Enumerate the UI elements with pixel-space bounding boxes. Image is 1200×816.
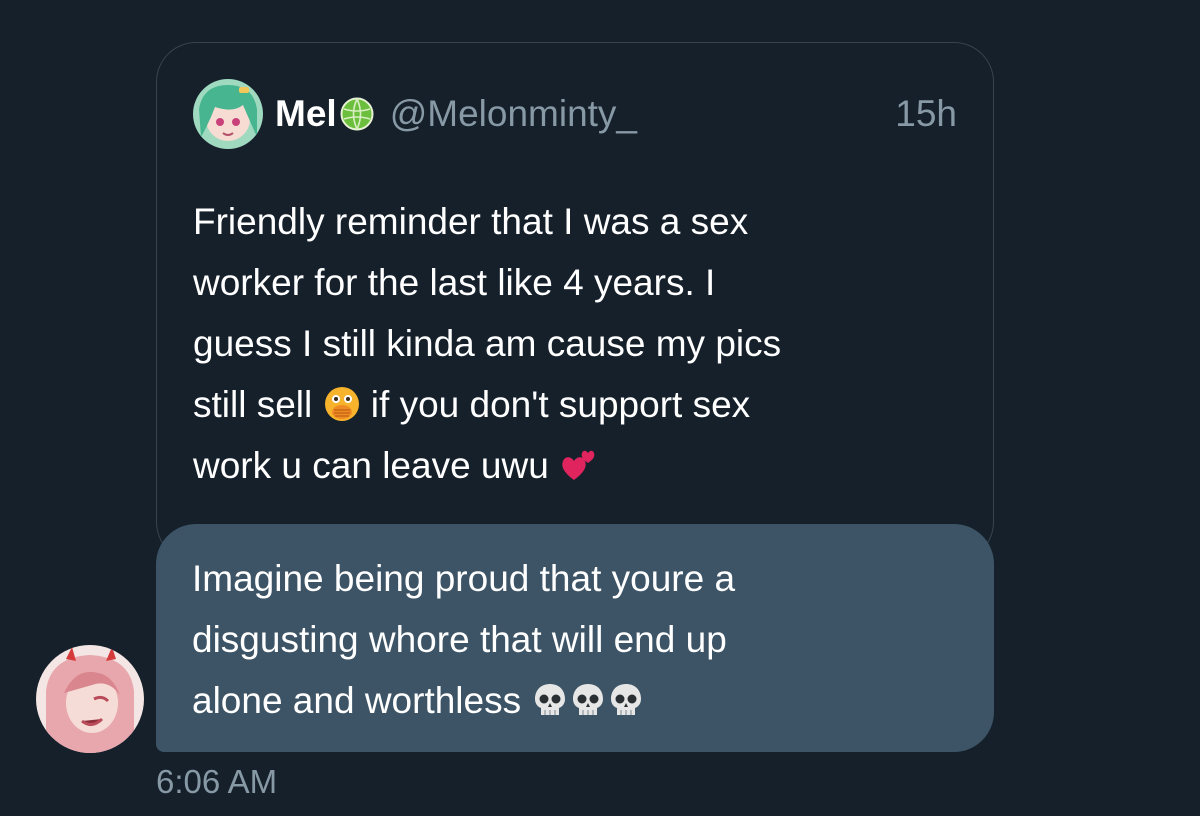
two-hearts-emoji — [562, 450, 595, 480]
quoted-tweet-card[interactable]: Mel @Melonminty_ 15h Friendly reminder t… — [156, 42, 994, 562]
face-with-open-eyes-and-hand-over-mouth-emoji — [324, 387, 359, 421]
skull-emoji — [535, 684, 566, 715]
quoted-tweet-time[interactable]: 15h — [895, 92, 957, 136]
quoted-author-name[interactable]: Mel — [275, 92, 337, 136]
melon-icon — [340, 97, 374, 131]
skull-emoji — [573, 684, 604, 715]
quoted-author-avatar[interactable] — [193, 79, 263, 149]
skull-emoji — [611, 684, 642, 715]
anime-avatar-pink-hair-icon — [36, 645, 144, 753]
message-text: Imagine being proud that youre a disgust… — [192, 548, 952, 731]
sender-avatar[interactable] — [36, 645, 144, 753]
message-text-body: Imagine being proud that youre a disgust… — [192, 558, 736, 721]
quoted-author-handle[interactable]: @Melonminty_ — [390, 92, 896, 136]
message-timestamp: 6:06 AM — [156, 763, 278, 800]
anime-avatar-green-hair-icon — [193, 79, 263, 149]
quoted-tweet-text: Friendly reminder that I was a sex worke… — [193, 191, 953, 496]
quoted-tweet-header: Mel @Melonminty_ 15h — [193, 79, 957, 149]
message-bubble[interactable]: Imagine being proud that youre a disgust… — [156, 524, 994, 752]
